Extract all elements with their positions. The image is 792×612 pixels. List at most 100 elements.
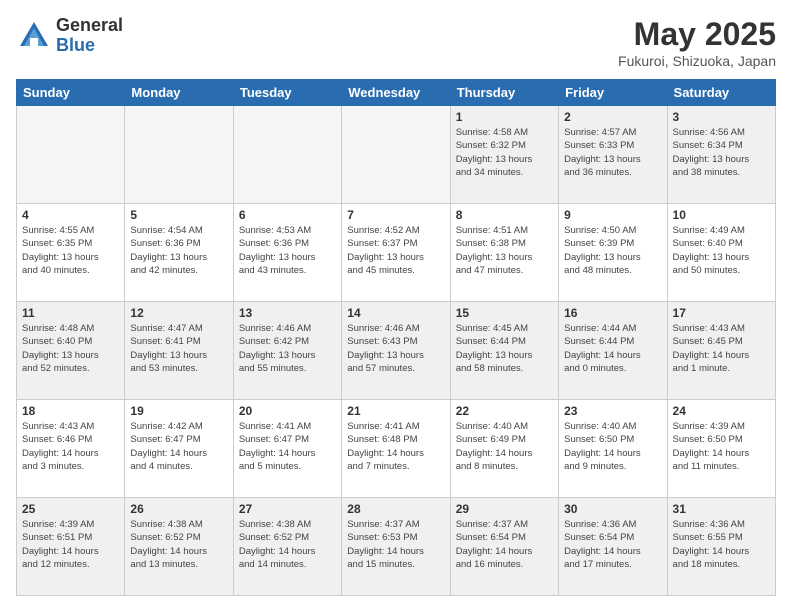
calendar-cell: 16Sunrise: 4:44 AM Sunset: 6:44 PM Dayli… bbox=[559, 302, 667, 400]
calendar-cell: 5Sunrise: 4:54 AM Sunset: 6:36 PM Daylig… bbox=[125, 204, 233, 302]
day-number: 10 bbox=[673, 208, 770, 222]
calendar-cell: 13 Sunrise: 4:46 AM Sunset: 6:42 PM Dayli… bbox=[233, 302, 341, 400]
day-info: Sunrise: 4:49 AM Sunset: 6:40 PM Dayligh… bbox=[673, 224, 770, 277]
calendar-cell: 11 Sunrise: 4:48 AM Sunset: 6:40 PM Dayli… bbox=[17, 302, 125, 400]
calendar-cell: 6 Sunrise: 4:53 AM Sunset: 6:36 PM Daylig… bbox=[233, 204, 341, 302]
col-header-tuesday: Tuesday bbox=[233, 80, 341, 106]
calendar-week-row: 18 Sunrise: 4:43 AM Sunset: 6:46 PM Dayli… bbox=[17, 400, 776, 498]
day-info: Sunrise: 4:37 AM Sunset: 6:53 PM Dayligh… bbox=[347, 518, 444, 571]
calendar-cell: 19 Sunrise: 4:42 AM Sunset: 6:47 PM Dayli… bbox=[125, 400, 233, 498]
day-number: 17 bbox=[673, 306, 770, 320]
col-header-sunday: Sunday bbox=[17, 80, 125, 106]
calendar-header-row: SundayMondayTuesdayWednesdayThursdayFrid… bbox=[17, 80, 776, 106]
day-info: Sunrise: 4:46 AM Sunset: 6:42 PM Dayligh… bbox=[239, 322, 336, 375]
day-info: Sunrise: 4:40 AM Sunset: 6:50 PM Dayligh… bbox=[564, 420, 661, 473]
calendar-cell: 8Sunrise: 4:51 AM Sunset: 6:38 PM Daylig… bbox=[450, 204, 558, 302]
day-number: 9 bbox=[564, 208, 661, 222]
col-header-monday: Monday bbox=[125, 80, 233, 106]
col-header-wednesday: Wednesday bbox=[342, 80, 450, 106]
logo-blue-text: Blue bbox=[56, 36, 123, 56]
day-number: 23 bbox=[564, 404, 661, 418]
day-number: 11 bbox=[22, 306, 119, 320]
day-number: 3 bbox=[673, 110, 770, 124]
calendar-cell: 12 Sunrise: 4:47 AM Sunset: 6:41 PM Dayli… bbox=[125, 302, 233, 400]
day-number: 2 bbox=[564, 110, 661, 124]
day-info: Sunrise: 4:56 AM Sunset: 6:34 PM Dayligh… bbox=[673, 126, 770, 179]
day-info: Sunrise: 4:41 AM Sunset: 6:48 PM Dayligh… bbox=[347, 420, 444, 473]
calendar-week-row: 1Sunrise: 4:58 AM Sunset: 6:32 PM Daylig… bbox=[17, 106, 776, 204]
logo: General Blue bbox=[16, 16, 123, 56]
calendar-cell: 27Sunrise: 4:38 AM Sunset: 6:52 PM Dayli… bbox=[233, 498, 341, 596]
calendar-cell: 22Sunrise: 4:40 AM Sunset: 6:49 PM Dayli… bbox=[450, 400, 558, 498]
calendar-cell: 17Sunrise: 4:43 AM Sunset: 6:45 PM Dayli… bbox=[667, 302, 775, 400]
main-title: May 2025 bbox=[618, 16, 776, 53]
calendar-cell: 20 Sunrise: 4:41 AM Sunset: 6:47 PM Dayli… bbox=[233, 400, 341, 498]
day-number: 5 bbox=[130, 208, 227, 222]
day-number: 13 bbox=[239, 306, 336, 320]
calendar-week-row: 11 Sunrise: 4:48 AM Sunset: 6:40 PM Dayli… bbox=[17, 302, 776, 400]
day-info: Sunrise: 4:53 AM Sunset: 6:36 PM Dayligh… bbox=[239, 224, 336, 277]
day-info: Sunrise: 4:37 AM Sunset: 6:54 PM Dayligh… bbox=[456, 518, 553, 571]
day-info: Sunrise: 4:38 AM Sunset: 6:52 PM Dayligh… bbox=[239, 518, 336, 571]
day-info: Sunrise: 4:48 AM Sunset: 6:40 PM Dayligh… bbox=[22, 322, 119, 375]
calendar-cell bbox=[233, 106, 341, 204]
day-number: 7 bbox=[347, 208, 444, 222]
col-header-friday: Friday bbox=[559, 80, 667, 106]
calendar-cell: 25 Sunrise: 4:39 AM Sunset: 6:51 PM Dayli… bbox=[17, 498, 125, 596]
day-info: Sunrise: 4:39 AM Sunset: 6:51 PM Dayligh… bbox=[22, 518, 119, 571]
day-info: Sunrise: 4:47 AM Sunset: 6:41 PM Dayligh… bbox=[130, 322, 227, 375]
logo-icon bbox=[16, 18, 52, 54]
day-number: 6 bbox=[239, 208, 336, 222]
day-info: Sunrise: 4:46 AM Sunset: 6:43 PM Dayligh… bbox=[347, 322, 444, 375]
day-info: Sunrise: 4:44 AM Sunset: 6:44 PM Dayligh… bbox=[564, 322, 661, 375]
day-number: 30 bbox=[564, 502, 661, 516]
day-number: 14 bbox=[347, 306, 444, 320]
logo-text: General Blue bbox=[56, 16, 123, 56]
day-number: 12 bbox=[130, 306, 227, 320]
day-number: 28 bbox=[347, 502, 444, 516]
calendar-cell: 28 Sunrise: 4:37 AM Sunset: 6:53 PM Dayli… bbox=[342, 498, 450, 596]
subtitle: Fukuroi, Shizuoka, Japan bbox=[618, 53, 776, 69]
calendar-cell: 30 Sunrise: 4:36 AM Sunset: 6:54 PM Dayli… bbox=[559, 498, 667, 596]
calendar-cell: 9 Sunrise: 4:50 AM Sunset: 6:39 PM Daylig… bbox=[559, 204, 667, 302]
calendar-cell: 14 Sunrise: 4:46 AM Sunset: 6:43 PM Dayli… bbox=[342, 302, 450, 400]
calendar-week-row: 4Sunrise: 4:55 AM Sunset: 6:35 PM Daylig… bbox=[17, 204, 776, 302]
calendar-cell: 7 Sunrise: 4:52 AM Sunset: 6:37 PM Daylig… bbox=[342, 204, 450, 302]
calendar-cell: 31Sunrise: 4:36 AM Sunset: 6:55 PM Dayli… bbox=[667, 498, 775, 596]
day-info: Sunrise: 4:57 AM Sunset: 6:33 PM Dayligh… bbox=[564, 126, 661, 179]
page: General Blue May 2025 Fukuroi, Shizuoka,… bbox=[0, 0, 792, 612]
day-info: Sunrise: 4:43 AM Sunset: 6:46 PM Dayligh… bbox=[22, 420, 119, 473]
calendar-cell: 23 Sunrise: 4:40 AM Sunset: 6:50 PM Dayli… bbox=[559, 400, 667, 498]
calendar-cell: 24Sunrise: 4:39 AM Sunset: 6:50 PM Dayli… bbox=[667, 400, 775, 498]
day-info: Sunrise: 4:36 AM Sunset: 6:54 PM Dayligh… bbox=[564, 518, 661, 571]
calendar-table: SundayMondayTuesdayWednesdayThursdayFrid… bbox=[16, 79, 776, 596]
calendar-cell: 15Sunrise: 4:45 AM Sunset: 6:44 PM Dayli… bbox=[450, 302, 558, 400]
day-number: 31 bbox=[673, 502, 770, 516]
day-info: Sunrise: 4:50 AM Sunset: 6:39 PM Dayligh… bbox=[564, 224, 661, 277]
col-header-thursday: Thursday bbox=[450, 80, 558, 106]
col-header-saturday: Saturday bbox=[667, 80, 775, 106]
header: General Blue May 2025 Fukuroi, Shizuoka,… bbox=[16, 16, 776, 69]
day-number: 21 bbox=[347, 404, 444, 418]
calendar-cell bbox=[17, 106, 125, 204]
day-info: Sunrise: 4:41 AM Sunset: 6:47 PM Dayligh… bbox=[239, 420, 336, 473]
calendar-cell: 29 Sunrise: 4:37 AM Sunset: 6:54 PM Dayli… bbox=[450, 498, 558, 596]
day-number: 20 bbox=[239, 404, 336, 418]
calendar-week-row: 25 Sunrise: 4:39 AM Sunset: 6:51 PM Dayli… bbox=[17, 498, 776, 596]
calendar-cell: 3 Sunrise: 4:56 AM Sunset: 6:34 PM Daylig… bbox=[667, 106, 775, 204]
day-number: 18 bbox=[22, 404, 119, 418]
day-info: Sunrise: 4:55 AM Sunset: 6:35 PM Dayligh… bbox=[22, 224, 119, 277]
day-number: 22 bbox=[456, 404, 553, 418]
day-info: Sunrise: 4:52 AM Sunset: 6:37 PM Dayligh… bbox=[347, 224, 444, 277]
day-number: 25 bbox=[22, 502, 119, 516]
day-info: Sunrise: 4:42 AM Sunset: 6:47 PM Dayligh… bbox=[130, 420, 227, 473]
day-number: 29 bbox=[456, 502, 553, 516]
calendar-cell bbox=[125, 106, 233, 204]
logo-general-text: General bbox=[56, 16, 123, 36]
calendar-cell: 2 Sunrise: 4:57 AM Sunset: 6:33 PM Daylig… bbox=[559, 106, 667, 204]
day-info: Sunrise: 4:39 AM Sunset: 6:50 PM Dayligh… bbox=[673, 420, 770, 473]
day-number: 19 bbox=[130, 404, 227, 418]
day-number: 1 bbox=[456, 110, 553, 124]
calendar-cell: 18 Sunrise: 4:43 AM Sunset: 6:46 PM Dayli… bbox=[17, 400, 125, 498]
calendar-cell: 26Sunrise: 4:38 AM Sunset: 6:52 PM Dayli… bbox=[125, 498, 233, 596]
